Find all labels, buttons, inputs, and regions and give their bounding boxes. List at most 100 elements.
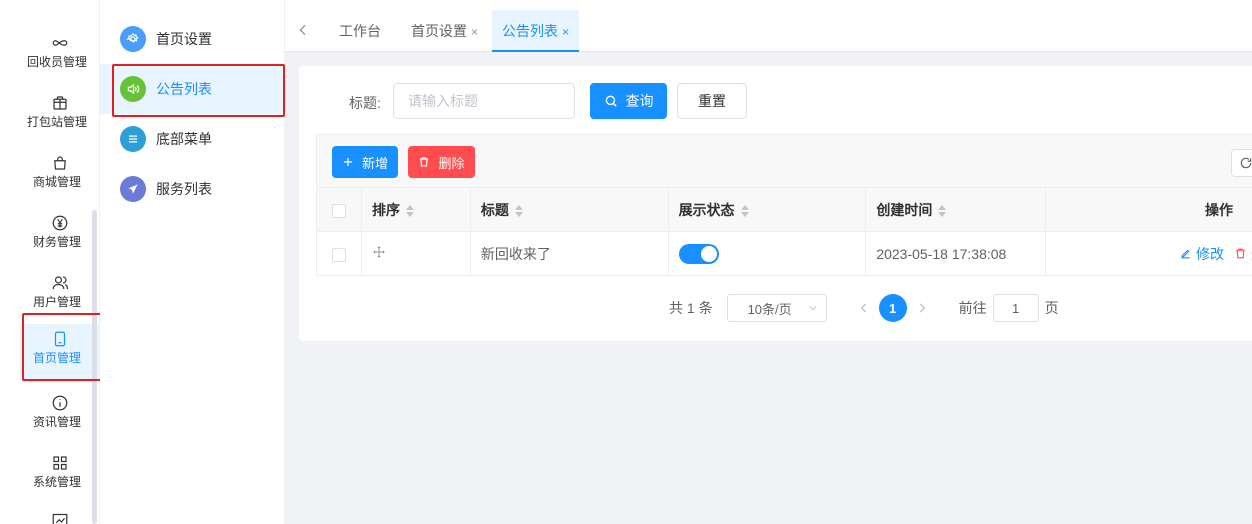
- column-header-label: 展示状态: [678, 201, 735, 218]
- submenu-item-label: 首页设置: [156, 31, 212, 47]
- tab-label: 首页设置: [411, 23, 467, 39]
- title-search-input[interactable]: [393, 83, 575, 119]
- send-icon: [120, 176, 146, 202]
- grid-icon: [53, 456, 67, 470]
- search-label: 标题:: [349, 95, 381, 111]
- nav-item-label: 商城管理: [32, 175, 81, 189]
- drag-handle-icon[interactable]: [372, 245, 386, 259]
- infinity-icon: [52, 40, 68, 46]
- app-root: 回收员管理 打包站管理 商城管理 财务管理 用户管理 首页管理 资讯管理 系统管…: [0, 0, 1252, 524]
- row-created-time: 2023-05-18 17:38:08: [865, 231, 1047, 276]
- chevron-down-icon: [809, 306, 816, 311]
- nav-item-label: 资讯管理: [32, 415, 81, 429]
- nav-item-label: 打包站管理: [26, 115, 87, 129]
- column-header-created[interactable]: 创建时间: [865, 187, 1047, 232]
- nav-item-recycler[interactable]: 回收员管理: [20, 28, 100, 86]
- speaker-icon: [120, 76, 146, 102]
- sort-icon[interactable]: [514, 204, 523, 217]
- submenu-item-home-settings[interactable]: 首页设置: [100, 14, 285, 64]
- submenu-item-services[interactable]: 服务列表: [100, 164, 285, 214]
- query-button-label: 查询: [625, 93, 654, 109]
- sort-icon[interactable]: [938, 204, 947, 217]
- nav-item-users[interactable]: 用户管理: [20, 268, 100, 326]
- package-icon: [53, 96, 67, 110]
- add-button[interactable]: 新增: [332, 146, 398, 178]
- submenu-item-announcements[interactable]: 公告列表: [100, 64, 285, 114]
- sort-icon[interactable]: [740, 204, 749, 217]
- next-page-icon[interactable]: [915, 301, 929, 315]
- row-status-cell: [667, 231, 867, 276]
- tab-home-settings[interactable]: 首页设置 ×: [411, 10, 478, 52]
- settings-icon: [120, 26, 146, 52]
- page-number-current[interactable]: 1: [878, 294, 907, 322]
- reset-button[interactable]: 重置: [677, 83, 747, 119]
- query-button[interactable]: 查询: [590, 83, 667, 119]
- row-actions-cell: 修改 删: [1045, 231, 1252, 276]
- submenu-item-label: 服务列表: [156, 181, 212, 197]
- prev-page-icon[interactable]: [857, 301, 871, 315]
- nav-item-system[interactable]: 系统管理: [20, 448, 100, 506]
- select-all-cell: [316, 187, 362, 232]
- goto-label: 前往: [958, 300, 987, 316]
- list-icon: [120, 126, 146, 152]
- nav-item-label: 财务管理: [32, 235, 81, 249]
- refresh-button[interactable]: [1231, 149, 1252, 177]
- nav-scrollbar[interactable]: [92, 210, 97, 524]
- tab-workbench[interactable]: 工作台: [339, 10, 381, 52]
- trash-icon: [1236, 248, 1245, 259]
- users-icon: [52, 276, 69, 290]
- nav-item-finance[interactable]: 财务管理: [20, 208, 100, 266]
- column-header-actions: 操作: [1045, 187, 1252, 232]
- column-header-sort[interactable]: 排序: [360, 187, 471, 232]
- delete-link[interactable]: 删: [1234, 244, 1252, 264]
- submenu-item-bottom-menu[interactable]: 底部菜单: [100, 114, 285, 164]
- secondary-nav: 首页设置 公告列表 底部菜单 服务列表: [100, 0, 285, 524]
- column-header-status[interactable]: 展示状态: [667, 187, 867, 232]
- nav-item-homepage[interactable]: 首页管理: [20, 324, 100, 382]
- row-title: 新回收来了: [469, 231, 669, 276]
- tab-announcements[interactable]: 公告列表 ×: [492, 10, 580, 52]
- drag-handle-cell: [360, 231, 471, 276]
- pagination: 共 1 条 10条/页 1 前往 页: [669, 293, 1059, 323]
- status-switch[interactable]: [678, 243, 719, 264]
- main-content: 标题: 查询 重置 新增 删除: [285, 52, 1252, 524]
- row-checkbox[interactable]: [331, 247, 346, 262]
- nav-item-label: 首页管理: [32, 351, 81, 365]
- tablet-icon: [54, 331, 66, 347]
- nav-item-label: 系统管理: [32, 475, 81, 489]
- nav-item-news[interactable]: 资讯管理: [20, 388, 100, 446]
- close-icon[interactable]: ×: [562, 25, 569, 39]
- yen-icon: [52, 215, 68, 231]
- nav-item-mall[interactable]: 商城管理: [20, 148, 100, 206]
- add-button-label: 新增: [361, 155, 388, 171]
- column-header-label: 标题: [480, 201, 509, 218]
- delete-button[interactable]: 删除: [408, 146, 475, 178]
- edit-link[interactable]: 修改: [1179, 244, 1224, 264]
- chevron-left-icon[interactable]: [295, 22, 311, 38]
- list-card: 标题: 查询 重置 新增 删除: [299, 66, 1252, 341]
- page-size-select[interactable]: 10条/页: [726, 294, 827, 322]
- tab-bar: 工作台 首页设置 × 公告列表 ×: [285, 10, 1252, 52]
- trash-icon: [420, 157, 429, 167]
- shopping-bag-icon: [54, 156, 66, 170]
- select-all-checkbox[interactable]: [331, 203, 346, 218]
- chart-icon: [52, 513, 68, 524]
- tab-label: 公告列表: [502, 23, 558, 39]
- nav-item-packing-station[interactable]: 打包站管理: [20, 88, 100, 146]
- nav-item-label: 回收员管理: [26, 55, 87, 69]
- page-size-value: 10条/页: [747, 301, 792, 317]
- close-icon[interactable]: ×: [471, 25, 478, 39]
- sort-icon[interactable]: [405, 204, 414, 217]
- edit-label: 修改: [1196, 245, 1224, 262]
- refresh-icon: [1240, 157, 1252, 169]
- reset-button-label: 重置: [698, 93, 726, 109]
- nav-item-label: 用户管理: [32, 295, 81, 309]
- edit-icon: [1181, 249, 1190, 259]
- goto-page-input[interactable]: [992, 294, 1039, 322]
- column-header-title[interactable]: 标题: [469, 187, 669, 232]
- plus-icon: [343, 158, 352, 166]
- column-header-label: 排序: [371, 201, 400, 218]
- info-icon: [52, 395, 68, 411]
- table-toolbar: 新增 删除: [316, 134, 1252, 187]
- announcement-table: 排序 标题 展示状态 创建时间 操作 新回收来了 2023-05-18 17:3…: [316, 187, 1252, 276]
